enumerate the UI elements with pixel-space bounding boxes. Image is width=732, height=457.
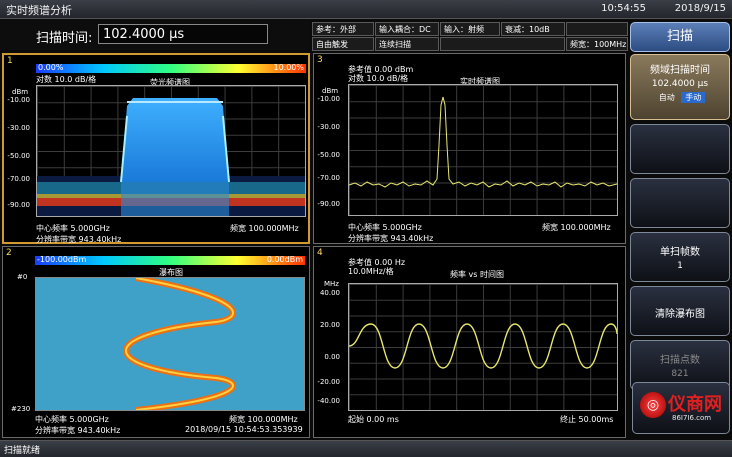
y-tick: 20.00 — [319, 321, 340, 329]
param-ref: 参考：外部 — [312, 22, 374, 36]
color-scale-bar: -100.00dBm 0.00dBm — [35, 255, 305, 265]
freq-time-plot-area[interactable] — [348, 283, 618, 411]
color-scale-max: 10.00% — [273, 63, 304, 72]
sweep-time-input[interactable]: 102.4000 µs — [98, 24, 268, 44]
realtime-plot-area[interactable] — [348, 84, 618, 216]
y-tick: -10.00 — [317, 95, 340, 103]
single-sweep-frames-key[interactable]: 单扫帧数 1 — [630, 232, 730, 282]
y-tick: -70.00 — [317, 174, 340, 182]
sweep-time-bar: 扫描时间: 102.4000 µs — [0, 20, 310, 50]
y-tick: 40.00 — [319, 289, 340, 297]
sweep-time-label: 扫描时间: — [36, 31, 93, 46]
stop-time: 终止 50.00ms — [560, 415, 614, 424]
panel-number: 1 — [7, 56, 13, 66]
softkey-sidebar: 扫描 频域扫描时间 102.4000 µs 自动 手动 单扫帧数 1 清除瀑布图… — [628, 20, 732, 438]
clear-waterfall-label: 清除瀑布图 — [655, 309, 705, 320]
sweep-menu-header[interactable]: 扫描 — [630, 22, 730, 52]
span-label: 频宽 100.000MHz — [230, 224, 299, 233]
y-tick: -50.00 — [317, 151, 340, 159]
y-tick: -20.00 — [317, 378, 340, 386]
sweep-time-key[interactable]: 频域扫描时间 102.4000 µs 自动 手动 — [630, 54, 730, 120]
rbw-label: 分辨率带宽 943.40kHz — [36, 235, 122, 244]
y-tick: -70.00 — [7, 175, 30, 183]
freq-time-trace-graphic — [349, 323, 617, 369]
param-blank2 — [440, 37, 565, 51]
y-tick: -30.00 — [317, 123, 340, 131]
unit-label: dBm — [12, 88, 29, 96]
logo-mark-icon: ◎ — [640, 392, 666, 418]
y-tick: -90.00 — [317, 200, 340, 208]
unit-label: dBm — [322, 87, 339, 95]
scale-label: 对数 10.0 dB/格 — [348, 74, 409, 83]
top-trace-mark: #0 — [17, 273, 28, 281]
param-span: 频宽：100MHz — [566, 37, 628, 51]
waterfall-graphic — [123, 278, 236, 410]
panel-freq-vs-time[interactable]: 4 参考值 0.00 Hz 10.0MHz/格 频率 vs 时间图 MHz 40… — [313, 246, 626, 438]
center-freq: 中心频率 5.000GHz — [36, 224, 110, 233]
status-bar: 扫描就绪 — [0, 440, 732, 457]
manual-option[interactable]: 手动 — [681, 92, 706, 103]
panel-realtime-spectrum[interactable]: 3 参考值 0.00 dBm 对数 10.0 dB/格 实时频谱图 dBm -1… — [313, 53, 626, 244]
span-label: 频宽 100.000MHz — [542, 223, 611, 232]
softkey-blank-1[interactable] — [630, 124, 730, 174]
rbw-label: 分辨率带宽 943.40kHz — [348, 234, 434, 243]
color-scale-bar: 0.00% 10.00% — [36, 63, 306, 73]
panel-number: 4 — [317, 248, 323, 258]
dpx-spectrum-graphic — [37, 98, 305, 216]
sweep-points-label: 扫描点数 — [660, 355, 700, 366]
dpx-plot-area[interactable] — [36, 85, 306, 217]
watermark-logo: ◎ 仪商网 86I7I6.com — [628, 378, 732, 436]
sweep-time-key-label: 频域扫描时间 — [650, 65, 710, 76]
auto-manual-toggle[interactable]: 自动 手动 — [631, 92, 729, 103]
rbw-label: 分辨率带宽 943.40kHz — [35, 426, 121, 435]
param-atten: 衰减：10dB — [501, 22, 565, 36]
y-tick: 0.00 — [324, 353, 340, 361]
title-bar: 实时频谱分析 10:54:55 2018/9/15 — [0, 0, 732, 19]
frames-key-label: 单扫帧数 — [660, 247, 700, 258]
parameter-bar: 参考：外部 输入耦合：DC 输入：射频 衰减：10dB 自由触发 连续扫描 频宽… — [312, 20, 628, 51]
y-tick: -40.00 — [317, 397, 340, 405]
span-label: 频宽 100.000MHz — [229, 415, 298, 424]
realtime-trace-graphic — [349, 96, 617, 188]
softkey-blank-2[interactable] — [630, 178, 730, 228]
window-title: 实时频谱分析 — [6, 4, 72, 17]
scale-label: 10.0MHz/格 — [348, 267, 394, 276]
frames-key-value: 1 — [677, 261, 683, 271]
clear-waterfall-key[interactable]: 清除瀑布图 — [630, 286, 730, 336]
sweep-time-key-value: 102.4000 µs — [651, 79, 709, 89]
center-freq: 中心频率 5.000GHz — [35, 415, 109, 424]
waterfall-timestamp: 2018/09/15 10:54:53.353939 — [185, 425, 303, 434]
param-blank — [566, 22, 628, 36]
start-time: 起始 0.00 ms — [348, 415, 399, 424]
panel-waterfall[interactable]: 2 -100.00dBm 0.00dBm 瀑布图 #0 #230 中心频率 5.… — [2, 246, 310, 438]
logo-url: 86I7I6.com — [672, 414, 712, 422]
status-text: 扫描就绪 — [4, 446, 41, 456]
panel-number: 2 — [6, 248, 12, 258]
color-scale-min: -100.00dBm — [37, 255, 87, 264]
y-tick: -30.00 — [7, 124, 30, 132]
panel-dpx-spectrum[interactable]: 1 0.00% 10.00% 对数 10.0 dB/格 荧光频谱图 dBm -1… — [2, 53, 310, 244]
panel-number: 3 — [317, 55, 323, 65]
unit-label: MHz — [324, 280, 339, 288]
scale-label: 对数 10.0 dB/格 — [36, 75, 97, 84]
clock-time: 10:54:55 — [601, 3, 646, 14]
y-tick: -10.00 — [7, 96, 30, 104]
bottom-trace-mark: #230 — [11, 405, 31, 413]
param-coupling: 输入耦合：DC — [375, 22, 439, 36]
param-scan: 连续扫描 — [375, 37, 439, 51]
logo-name: 仪商网 — [668, 394, 722, 415]
y-tick: -50.00 — [7, 152, 30, 160]
y-tick: -90.00 — [7, 201, 30, 209]
plot-title: 频率 vs 时间图 — [450, 270, 504, 279]
param-input: 输入：射频 — [440, 22, 500, 36]
param-trigger: 自由触发 — [312, 37, 374, 51]
waterfall-plot-area[interactable] — [35, 277, 305, 411]
color-scale-max: 0.00dBm — [266, 255, 303, 264]
auto-option[interactable]: 自动 — [655, 92, 679, 103]
center-freq: 中心频率 5.000GHz — [348, 223, 422, 232]
color-scale-min: 0.00% — [38, 63, 64, 72]
clock-date: 2018/9/15 — [674, 3, 726, 14]
